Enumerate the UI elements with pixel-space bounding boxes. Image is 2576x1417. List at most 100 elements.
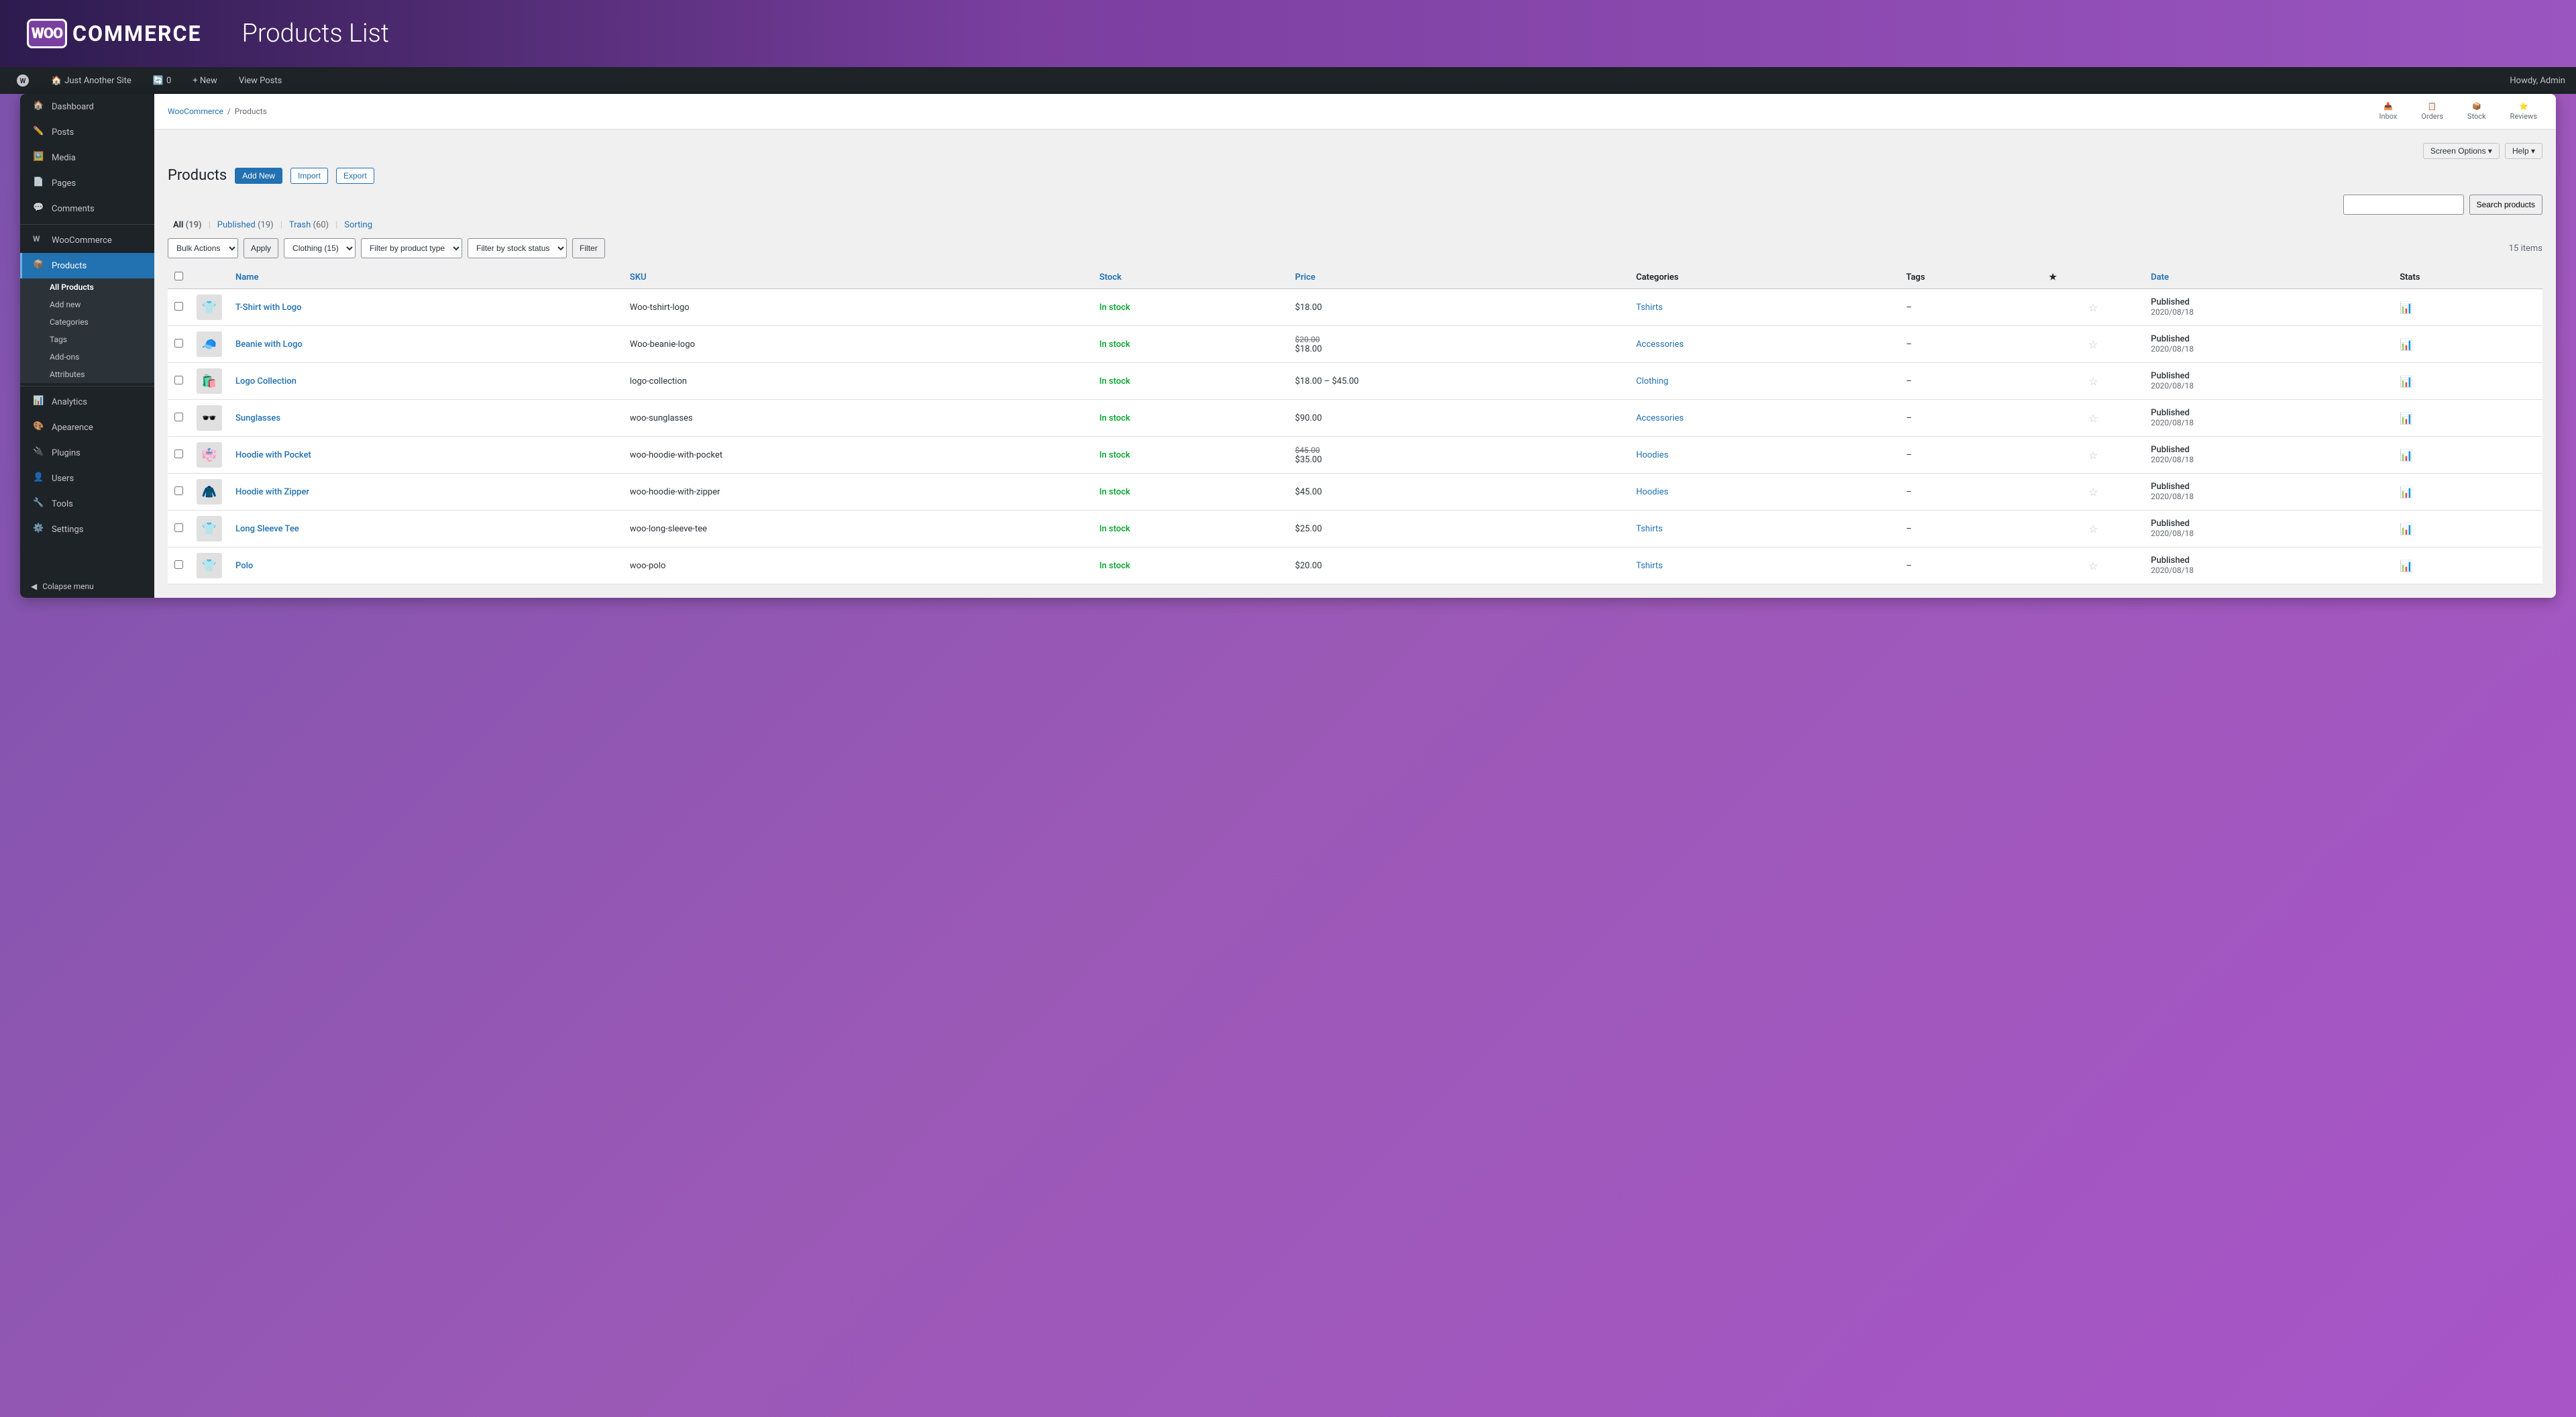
submenu-categories[interactable]: Categories — [20, 313, 154, 331]
product-name-link[interactable]: Hoodie with Pocket — [235, 450, 311, 460]
screen-options-btn[interactable]: Screen Options ▾ — [2423, 143, 2500, 159]
row-checkbox-6[interactable] — [174, 523, 183, 532]
row-checkbox-2[interactable] — [174, 376, 183, 384]
view-posts-btn[interactable]: View Posts — [233, 73, 288, 89]
category-link[interactable]: Tshirts — [1636, 303, 1663, 313]
sidebar-item-products[interactable]: 📦 Products — [20, 253, 154, 278]
settings-icon: ⚙️ — [33, 523, 45, 535]
sidebar-item-dashboard[interactable]: 🏠 Dashboard — [20, 94, 154, 119]
submenu-add-new[interactable]: Add new — [20, 296, 154, 313]
row-checkbox-0[interactable] — [174, 302, 183, 311]
help-btn[interactable]: Help ▾ — [2505, 143, 2542, 159]
stats-icon[interactable]: 📊 — [2400, 301, 2413, 314]
product-name-link[interactable]: Sunglasses — [235, 413, 280, 423]
sidebar-item-users[interactable]: 👤 Users — [20, 466, 154, 491]
product-type-filter-select[interactable]: Filter by product type — [361, 238, 462, 258]
product-name-link[interactable]: Beanie with Logo — [235, 339, 303, 350]
row-tags-cell: – — [1899, 326, 2042, 363]
collapse-menu-btn[interactable]: ◀ Colapse menu — [20, 575, 154, 598]
th-stock[interactable]: Stock — [1093, 266, 1289, 289]
stats-icon[interactable]: 📊 — [2400, 338, 2413, 351]
import-button[interactable]: Import — [290, 168, 328, 184]
sidebar-item-woocommerce[interactable]: W WooCommerce — [20, 227, 154, 253]
th-sku[interactable]: SKU — [623, 266, 1093, 289]
stats-icon[interactable]: 📊 — [2400, 375, 2413, 388]
row-checkbox-5[interactable] — [174, 486, 183, 495]
star-icon[interactable]: ☆ — [2088, 560, 2098, 572]
star-icon[interactable]: ☆ — [2088, 523, 2098, 535]
toolbar-reviews-btn[interactable]: ⭐ Reviews — [2505, 99, 2542, 123]
submenu-all-products[interactable]: All Products — [20, 278, 154, 296]
dashboard-icon: 🏠 — [33, 101, 45, 113]
clothing-filter-select[interactable]: Clothing (15) — [284, 238, 356, 258]
sidebar-item-plugins[interactable]: 🔌 Plugins — [20, 440, 154, 466]
star-icon[interactable]: ☆ — [2088, 486, 2098, 498]
th-name[interactable]: Name — [229, 266, 623, 289]
category-link[interactable]: Tshirts — [1636, 524, 1663, 534]
sidebar-item-posts[interactable]: ✏️ Posts — [20, 119, 154, 145]
star-icon[interactable]: ☆ — [2088, 375, 2098, 388]
star-icon[interactable]: ☆ — [2088, 301, 2098, 314]
category-link[interactable]: Accessories — [1636, 413, 1684, 423]
row-checkbox-7[interactable] — [174, 560, 183, 569]
product-name-link[interactable]: Polo — [235, 561, 253, 571]
select-all-checkbox[interactable] — [174, 272, 183, 280]
product-name-link[interactable]: Long Sleeve Tee — [235, 524, 299, 534]
submenu-addons[interactable]: Add-ons — [20, 348, 154, 366]
tab-published[interactable]: Published (19) — [212, 220, 279, 230]
toolbar-orders-btn[interactable]: 📋 Orders — [2416, 99, 2449, 123]
row-checkbox-4[interactable] — [174, 450, 183, 458]
sidebar-item-pages[interactable]: 📄 Pages — [20, 170, 154, 196]
bulk-actions-select[interactable]: Bulk Actions — [168, 238, 238, 258]
stats-icon[interactable]: 📊 — [2400, 449, 2413, 462]
sidebar-item-analytics[interactable]: 📊 Analytics — [20, 389, 154, 415]
tab-sorting[interactable]: Sorting — [339, 220, 378, 230]
site-name-btn[interactable]: 🏠 Just Another Site — [46, 73, 137, 89]
star-icon[interactable]: ☆ — [2088, 338, 2098, 351]
export-button[interactable]: Export — [336, 168, 374, 184]
category-link[interactable]: Tshirts — [1636, 561, 1663, 571]
sidebar-item-media[interactable]: 🖼️ Media — [20, 145, 154, 170]
product-name-link[interactable]: T-Shirt with Logo — [235, 303, 302, 313]
category-link[interactable]: Accessories — [1636, 339, 1684, 350]
star-icon[interactable]: ☆ — [2088, 412, 2098, 425]
sidebar-item-settings[interactable]: ⚙️ Settings — [20, 517, 154, 542]
row-checkbox-1[interactable] — [174, 339, 183, 348]
updates-btn[interactable]: 🔄 0 — [148, 73, 177, 89]
toolbar-stock-btn[interactable]: 📦 Stock — [2462, 99, 2491, 123]
th-price[interactable]: Price — [1289, 266, 1629, 289]
product-image: 🧥 — [197, 479, 222, 505]
row-checkbox-3[interactable] — [174, 413, 183, 421]
breadcrumb-woocommerce[interactable]: WooCommerce — [168, 107, 223, 116]
row-starred-cell: ☆ — [2042, 326, 2144, 363]
category-link[interactable]: Clothing — [1636, 376, 1668, 386]
stock-status-filter-select[interactable]: Filter by stock status — [468, 238, 567, 258]
category-link[interactable]: Hoodies — [1636, 487, 1668, 497]
stats-icon[interactable]: 📊 — [2400, 486, 2413, 498]
new-btn[interactable]: + New — [187, 73, 223, 89]
sidebar-item-comments[interactable]: 💬 Comments — [20, 196, 154, 221]
star-icon[interactable]: ☆ — [2088, 449, 2098, 462]
update-count: 0 — [166, 76, 171, 86]
submenu-tags[interactable]: Tags — [20, 331, 154, 348]
tab-trash[interactable]: Trash (60) — [284, 220, 334, 230]
product-name-link[interactable]: Logo Collection — [235, 376, 297, 386]
sidebar-item-appearance[interactable]: 🎨 Apearence — [20, 415, 154, 440]
stats-icon[interactable]: 📊 — [2400, 523, 2413, 535]
add-new-button[interactable]: Add New — [235, 168, 282, 184]
filter-button[interactable]: Filter — [572, 238, 605, 258]
category-link[interactable]: Hoodies — [1636, 450, 1668, 460]
stats-icon[interactable]: 📊 — [2400, 412, 2413, 425]
product-name-link[interactable]: Hoodie with Zipper — [235, 487, 309, 497]
row-date-cell: Published 2020/08/18 — [2144, 289, 2393, 326]
wp-icon-btn[interactable]: W — [11, 71, 35, 90]
th-date[interactable]: Date — [2144, 266, 2393, 289]
toolbar-inbox-btn[interactable]: 📥 Inbox — [2374, 99, 2403, 123]
search-input[interactable] — [2343, 195, 2464, 215]
sidebar-item-tools[interactable]: 🔧 Tools — [20, 491, 154, 517]
search-products-button[interactable]: Search products — [2469, 195, 2542, 215]
tab-all[interactable]: All (19) — [168, 220, 207, 230]
apply-button[interactable]: Apply — [244, 238, 278, 258]
submenu-attributes[interactable]: Attributes — [20, 366, 154, 383]
stats-icon[interactable]: 📊 — [2400, 560, 2413, 572]
